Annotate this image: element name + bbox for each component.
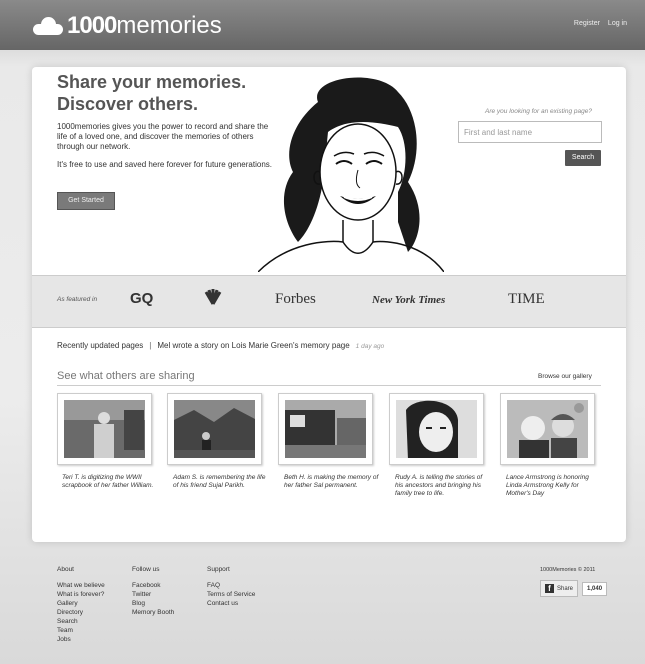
recent-updates: Recently updated pages | Mel wrote a story… xyxy=(57,341,384,350)
recent-name-link[interactable]: Lois Marie Green xyxy=(232,341,293,350)
footer-link[interactable]: Facebook xyxy=(132,581,174,590)
footer-link[interactable]: Terms of Service xyxy=(207,590,255,599)
facebook-share[interactable]: f Share 1,040 xyxy=(540,580,608,597)
footer-link[interactable]: Twitter xyxy=(132,590,174,599)
recent-time: 1 day ago xyxy=(355,343,385,350)
copyright: 1000Memories © 2011 xyxy=(540,567,596,573)
footer-follow: Follow us Facebook Twitter Blog Memory B… xyxy=(132,565,174,617)
register-link[interactable]: Register xyxy=(574,20,600,27)
logo[interactable]: 1000 memories xyxy=(33,12,222,40)
forbes-logo: Forbes xyxy=(275,291,316,307)
name-search-input[interactable]: First and last name xyxy=(458,121,602,143)
gallery-caption: Lance Armstrong is honoring Linda Armstr… xyxy=(506,474,589,497)
get-started-button[interactable]: Get Started xyxy=(57,192,115,210)
top-bar: 1000 memories Register Log in xyxy=(0,0,645,50)
footer-heading: About xyxy=(57,566,74,573)
gallery-caption: Beth H. is making the memory of her fath… xyxy=(284,474,379,489)
gallery-photo xyxy=(396,400,477,458)
share-count: 1,040 xyxy=(582,581,608,596)
portrait-illustration xyxy=(258,77,444,272)
gallery-title: See what others are sharing xyxy=(57,370,195,382)
hero-headline: Share your memories. Discover others. xyxy=(57,71,287,115)
recent-text: Mel wrote a story on xyxy=(157,341,230,350)
gq-logo: GQ xyxy=(130,290,154,307)
gallery-photo xyxy=(64,400,145,458)
gallery-photo xyxy=(507,400,588,458)
time-logo: TIME xyxy=(508,291,545,307)
gallery-photo xyxy=(285,400,366,458)
gallery-caption: Teri T. is digitizing the WWII scrapbook… xyxy=(62,474,154,489)
share-label: Share xyxy=(557,585,574,592)
hero-paragraph-2: It's free to use and saved here forever … xyxy=(57,160,272,169)
footer-support: Support FAQ Terms of Service Contact us xyxy=(207,565,255,608)
footer-link[interactable]: Search xyxy=(57,617,105,626)
footer-heading: Support xyxy=(207,566,230,573)
gallery-tile[interactable] xyxy=(278,393,373,465)
gallery-caption: Adam S. is remembering the life of his f… xyxy=(173,474,266,489)
footer-about: About What we believe What is forever? G… xyxy=(57,565,105,644)
footer-link[interactable]: What we believe xyxy=(57,581,105,590)
cloud-icon xyxy=(33,17,63,35)
search-button[interactable]: Search xyxy=(565,150,601,166)
share-button[interactable]: f Share xyxy=(540,580,579,597)
headline-line-2: Discover others. xyxy=(57,94,199,114)
recent-label: Recently updated pages xyxy=(57,341,144,350)
gallery-tile[interactable] xyxy=(389,393,484,465)
divider xyxy=(57,385,601,386)
footer-link[interactable]: What is forever? xyxy=(57,590,105,599)
headline-line-1: Share your memories. xyxy=(57,72,247,92)
footer-link[interactable]: Jobs xyxy=(57,635,105,644)
footer-link[interactable]: FAQ xyxy=(207,581,255,590)
footer-link[interactable]: Memory Booth xyxy=(132,608,174,617)
gallery-caption: Rudy A. is telling the stories of his an… xyxy=(395,474,483,497)
footer-link[interactable]: Gallery xyxy=(57,599,105,608)
hero-paragraph-1: 1000memories gives you the power to reco… xyxy=(57,122,269,151)
gallery-tile[interactable] xyxy=(167,393,262,465)
footer-link[interactable]: Blog xyxy=(132,599,174,608)
gallery-tile[interactable] xyxy=(57,393,152,465)
recent-separator: | xyxy=(149,341,152,350)
search-question: Are you looking for an existing page? xyxy=(485,108,592,115)
gallery-tile[interactable] xyxy=(500,393,595,465)
logo-bold: 1000 xyxy=(67,12,117,39)
logo-light: memories xyxy=(116,12,222,39)
footer-link[interactable]: Contact us xyxy=(207,599,255,608)
recent-text-post: 's memory page xyxy=(293,341,350,350)
gallery-photo xyxy=(174,400,255,458)
nbc-peacock-icon xyxy=(204,289,222,305)
footer-link[interactable]: Directory xyxy=(57,608,105,617)
browse-gallery-link[interactable]: Browse our gallery xyxy=(538,373,592,380)
login-link[interactable]: Log in xyxy=(608,20,627,27)
footer-link[interactable]: Team xyxy=(57,626,105,635)
footer-heading: Follow us xyxy=(132,566,160,573)
featured-label: As featured in xyxy=(57,296,98,303)
facebook-icon: f xyxy=(545,584,554,593)
top-links: Register Log in xyxy=(568,20,627,27)
nytimes-logo: New York Times xyxy=(372,294,446,306)
